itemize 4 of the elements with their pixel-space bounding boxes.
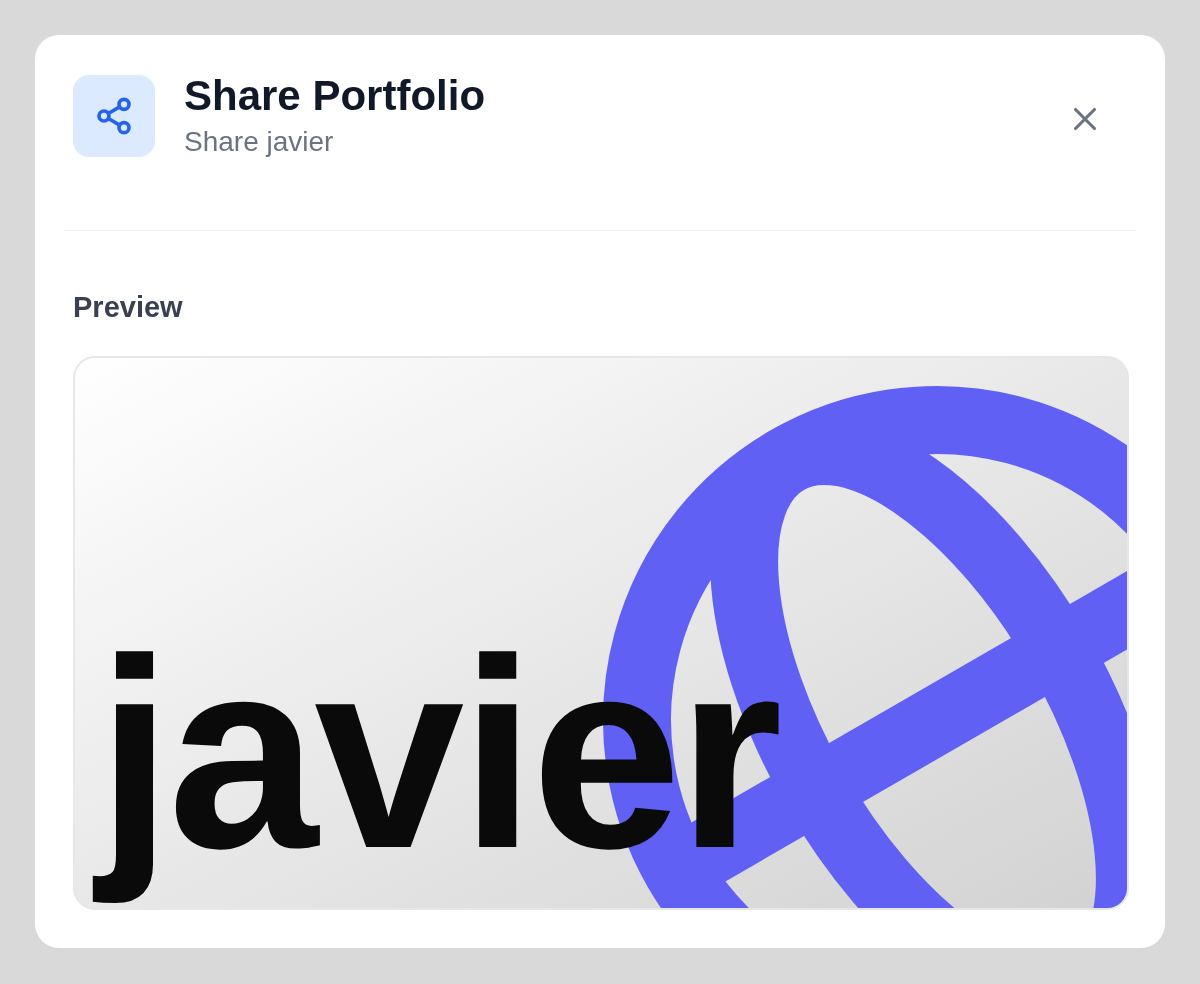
preview-label: Preview [73,293,184,322]
share-icon [73,75,155,157]
dialog-subtitle: Share javier [184,124,335,159]
dialog-title: Share Portfolio [184,71,486,121]
